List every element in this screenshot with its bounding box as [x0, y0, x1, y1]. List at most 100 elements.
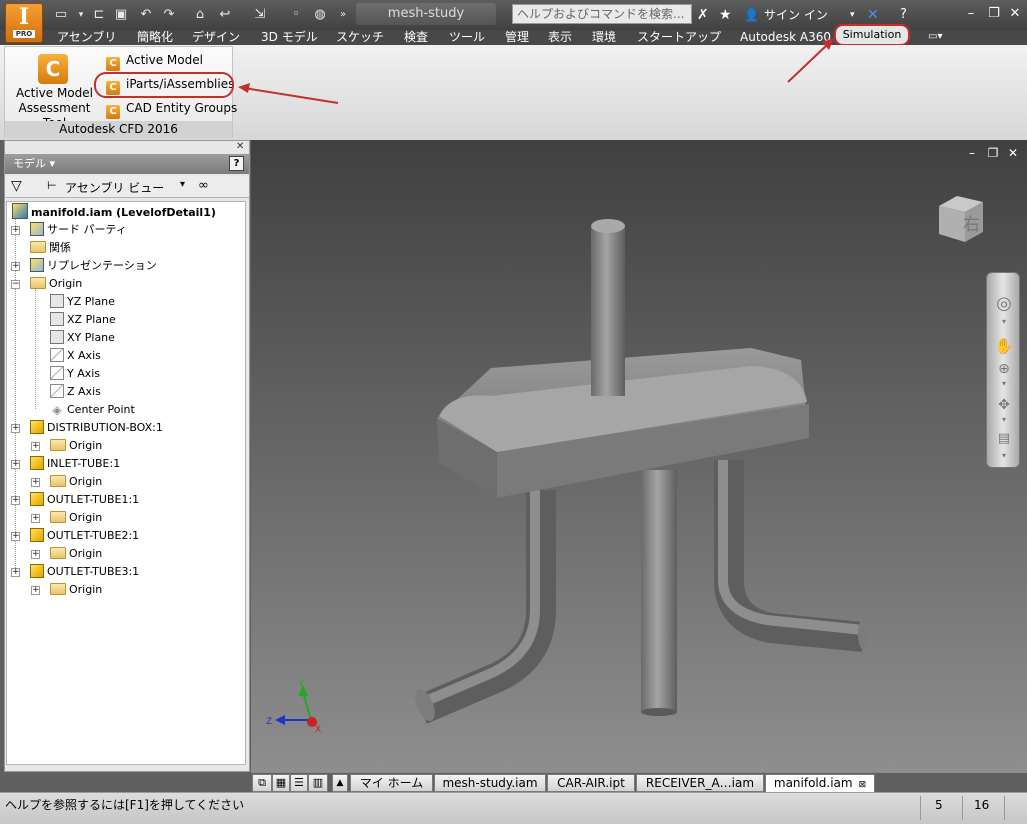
- doc-tab-my-home[interactable]: マイ ホーム: [350, 774, 433, 792]
- signin-dropdown-icon[interactable]: ▾: [850, 6, 855, 24]
- tree-node[interactable]: ◈ Center Point: [50, 401, 134, 419]
- redo-icon[interactable]: ↷: [160, 6, 178, 24]
- tile-grid-icon[interactable]: ▦: [272, 774, 290, 792]
- tab-inspect[interactable]: 検査: [404, 29, 428, 45]
- pan-icon[interactable]: ✋: [987, 337, 1021, 355]
- exchange-icon[interactable]: ✕: [867, 6, 879, 24]
- search-binoculars-icon[interactable]: ✗: [697, 6, 709, 24]
- tree-node[interactable]: Z Axis: [50, 383, 101, 401]
- tree-node[interactable]: manifold.iam (LevelofDetail1): [12, 203, 216, 221]
- tab-simulation[interactable]: Simulation: [834, 24, 910, 46]
- tab-design[interactable]: デザイン: [192, 29, 240, 45]
- viewcube[interactable]: 右: [935, 192, 987, 244]
- tree-expander-icon[interactable]: +: [11, 568, 20, 577]
- tree-node[interactable]: Origin: [30, 275, 82, 293]
- tile-rows-icon[interactable]: ☰: [290, 774, 308, 792]
- look-at-icon[interactable]: ▤: [987, 431, 1021, 446]
- tree-node[interactable]: OUTLET-TUBE2:1: [30, 527, 139, 545]
- tree-expander-icon[interactable]: +: [31, 586, 40, 595]
- tree-expander-icon[interactable]: +: [11, 262, 20, 271]
- tab-get-started[interactable]: スタートアップ: [637, 29, 721, 45]
- tree-expander-icon[interactable]: +: [11, 496, 20, 505]
- tree-node[interactable]: Origin: [50, 545, 102, 563]
- tab-list-icon[interactable]: ▲: [332, 774, 348, 792]
- new-icon[interactable]: ▭: [52, 6, 70, 24]
- outlet-tube-2[interactable]: [641, 470, 677, 716]
- return-icon[interactable]: ↩: [216, 6, 234, 24]
- inlet-tube[interactable]: [591, 219, 625, 396]
- active-model-button[interactable]: C Active Model: [106, 51, 203, 71]
- doc-tab-receiver[interactable]: RECEIVER_A…iam: [636, 774, 764, 792]
- tree-node[interactable]: サード パーティ: [30, 221, 127, 239]
- tree-node[interactable]: Origin: [50, 509, 102, 527]
- doc-tab-manifold[interactable]: manifold.iam ⊠: [765, 774, 875, 792]
- zoom-dropdown-icon[interactable]: ▾: [987, 379, 1021, 388]
- tree-node[interactable]: XY Plane: [50, 329, 115, 347]
- favorites-icon[interactable]: ★: [719, 6, 732, 24]
- tab-tools[interactable]: ツール: [449, 29, 485, 45]
- tree-expander-icon[interactable]: −: [11, 280, 20, 289]
- color-icon[interactable]: ◍: [311, 6, 329, 24]
- wheel-dropdown-icon[interactable]: ▾: [987, 317, 1021, 326]
- tab-sketch[interactable]: スケッチ: [336, 29, 384, 45]
- tab-environments[interactable]: 環境: [592, 29, 616, 45]
- navbar-options-icon[interactable]: ▾: [987, 451, 1021, 460]
- tree-node[interactable]: DISTRIBUTION-BOX:1: [30, 419, 163, 437]
- view-dropdown-icon[interactable]: ▾: [180, 179, 185, 190]
- tab-simplify[interactable]: 簡略化: [137, 29, 173, 45]
- tile-horizontal-icon[interactable]: ⧉: [252, 774, 272, 792]
- zoom-icon[interactable]: ⊕: [987, 361, 1021, 377]
- tab-3d-model[interactable]: 3D モデル: [261, 29, 318, 45]
- viewport-close-icon[interactable]: ✕: [1006, 146, 1020, 160]
- help-search-input[interactable]: ヘルプおよびコマンドを検索...: [512, 4, 692, 24]
- tree-expander-icon[interactable]: +: [11, 460, 20, 469]
- tree-node[interactable]: INLET-TUBE:1: [30, 455, 120, 473]
- tree-expander-icon[interactable]: +: [11, 532, 20, 541]
- help-icon[interactable]: ?: [900, 6, 907, 24]
- tree-node[interactable]: YZ Plane: [50, 293, 115, 311]
- tree-expander-icon[interactable]: +: [11, 226, 20, 235]
- tree-node[interactable]: Origin: [50, 437, 102, 455]
- tree-node[interactable]: X Axis: [50, 347, 101, 365]
- open-icon[interactable]: ⊏: [90, 6, 108, 24]
- tree-node[interactable]: Origin: [50, 473, 102, 491]
- restore-window-icon[interactable]: ❐: [985, 6, 1003, 22]
- ribbon-options-icon[interactable]: ▭▾: [928, 29, 942, 45]
- filter-icon[interactable]: ▽: [11, 178, 22, 194]
- tree-node[interactable]: OUTLET-TUBE3:1: [30, 563, 139, 581]
- tab-manage[interactable]: 管理: [505, 29, 529, 45]
- select-icon[interactable]: ⇲: [251, 6, 269, 24]
- close-tab-icon[interactable]: ⊠: [859, 780, 867, 790]
- tree-node[interactable]: 関係: [30, 239, 71, 257]
- application-menu-button[interactable]: I PRO: [5, 3, 43, 43]
- tree-node[interactable]: XZ Plane: [50, 311, 116, 329]
- tree-expander-icon[interactable]: +: [11, 424, 20, 433]
- browser-help-icon[interactable]: ?: [229, 156, 244, 171]
- more-icon[interactable]: »: [334, 6, 352, 24]
- save-icon[interactable]: ▣: [112, 6, 130, 24]
- doc-tab-car-air[interactable]: CAR-AIR.ipt: [547, 774, 635, 792]
- sign-in-link[interactable]: サイン イン: [764, 6, 828, 24]
- outlet-tube-1[interactable]: [411, 490, 556, 724]
- new-dropdown-icon[interactable]: ▾: [72, 6, 90, 24]
- home-icon[interactable]: ⌂: [191, 6, 209, 24]
- cad-entity-groups-button[interactable]: C CAD Entity Groups: [106, 99, 237, 119]
- minimize-window-icon[interactable]: –: [962, 6, 980, 22]
- doc-tab-mesh-study[interactable]: mesh-study.iam: [434, 774, 546, 792]
- orbit-dropdown-icon[interactable]: ▾: [987, 415, 1021, 424]
- tile-columns-icon[interactable]: ▥: [308, 774, 328, 792]
- tab-view[interactable]: 表示: [548, 29, 572, 45]
- tree-expander-icon[interactable]: +: [31, 478, 40, 487]
- tab-assembly[interactable]: アセンブリ: [57, 29, 116, 45]
- steering-wheel-icon[interactable]: ◎: [987, 293, 1021, 314]
- tree-node[interactable]: Origin: [50, 581, 102, 599]
- orbit-icon[interactable]: ✥: [987, 397, 1021, 413]
- browser-close-icon[interactable]: ✕: [236, 141, 244, 152]
- graphics-viewport[interactable]: Y Z X: [251, 140, 1027, 772]
- tree-expander-icon[interactable]: +: [31, 514, 40, 523]
- undo-icon[interactable]: ↶: [137, 6, 155, 24]
- outlet-tube-3[interactable]: [714, 460, 868, 652]
- close-window-icon[interactable]: ✕: [1006, 6, 1024, 22]
- tree-node[interactable]: Y Axis: [50, 365, 100, 383]
- browser-header[interactable]: モデル ▾: [5, 154, 249, 174]
